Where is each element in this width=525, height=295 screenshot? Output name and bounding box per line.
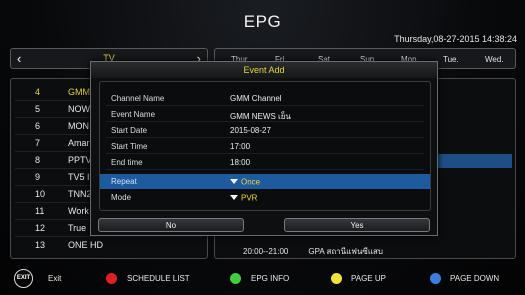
field-end-time[interactable]: End time 18:00 xyxy=(100,155,430,170)
tab-day[interactable]: Wed. xyxy=(485,55,504,64)
dialog-title: Event Add xyxy=(91,62,437,78)
page-up-label: PAGE UP xyxy=(351,274,386,283)
program-time: 20:00--21:00 xyxy=(243,247,289,256)
event-form: Channel Name GMM Channel Event Name GMM NE… xyxy=(99,81,431,211)
green-button-icon[interactable] xyxy=(230,273,241,284)
schedule-list-label: SCHEDULE LIST xyxy=(127,274,190,283)
exit-icon[interactable]: EXIT xyxy=(14,269,33,288)
field-start-time[interactable]: Start Time 17:00 xyxy=(100,139,430,154)
chevron-down-icon xyxy=(230,195,238,201)
program-row[interactable]: 20:00--21:00 GPA สถานีแฟนซีแสบ xyxy=(243,245,383,258)
exit-label: Exit xyxy=(48,274,62,283)
mode-select[interactable]: Mode PVR xyxy=(100,190,430,205)
chevron-down-icon xyxy=(230,179,238,185)
footer-hints: EXIT Exit SCHEDULE LIST EPG INFO PAGE UP… xyxy=(0,265,525,293)
field-start-date[interactable]: Start Date 2015-08-27 xyxy=(100,123,430,138)
repeat-select[interactable]: Repeat Once xyxy=(100,174,430,189)
tab-day[interactable]: Tue. xyxy=(443,55,459,64)
blue-button-icon[interactable] xyxy=(430,273,441,284)
no-button[interactable]: No xyxy=(98,218,244,232)
yellow-button-icon[interactable] xyxy=(331,273,342,284)
epg-screen: EPG Thursday,08-27-2015 14:38:24 ‹ TV › … xyxy=(0,0,525,295)
datetime-display: Thursday,08-27-2015 14:38:24 xyxy=(394,34,517,44)
page-down-label: PAGE DOWN xyxy=(450,274,500,283)
red-button-icon[interactable] xyxy=(106,273,117,284)
page-title: EPG xyxy=(243,12,282,31)
repeat-value: Once xyxy=(241,177,261,187)
epg-info-label: EPG INFO xyxy=(251,274,290,283)
mode-value: PVR xyxy=(241,193,258,203)
field-event-name: Event Name GMM NEWS เย็น xyxy=(100,107,430,122)
field-channel-name: Channel Name GMM Channel xyxy=(100,91,430,106)
program-title: GPA สถานีแฟนซีแสบ xyxy=(308,247,383,256)
event-add-dialog: Event Add Channel Name GMM Channel Event … xyxy=(90,61,438,236)
channel-row[interactable]: 13 ONE HD xyxy=(11,237,207,254)
yes-button[interactable]: Yes xyxy=(284,218,430,232)
